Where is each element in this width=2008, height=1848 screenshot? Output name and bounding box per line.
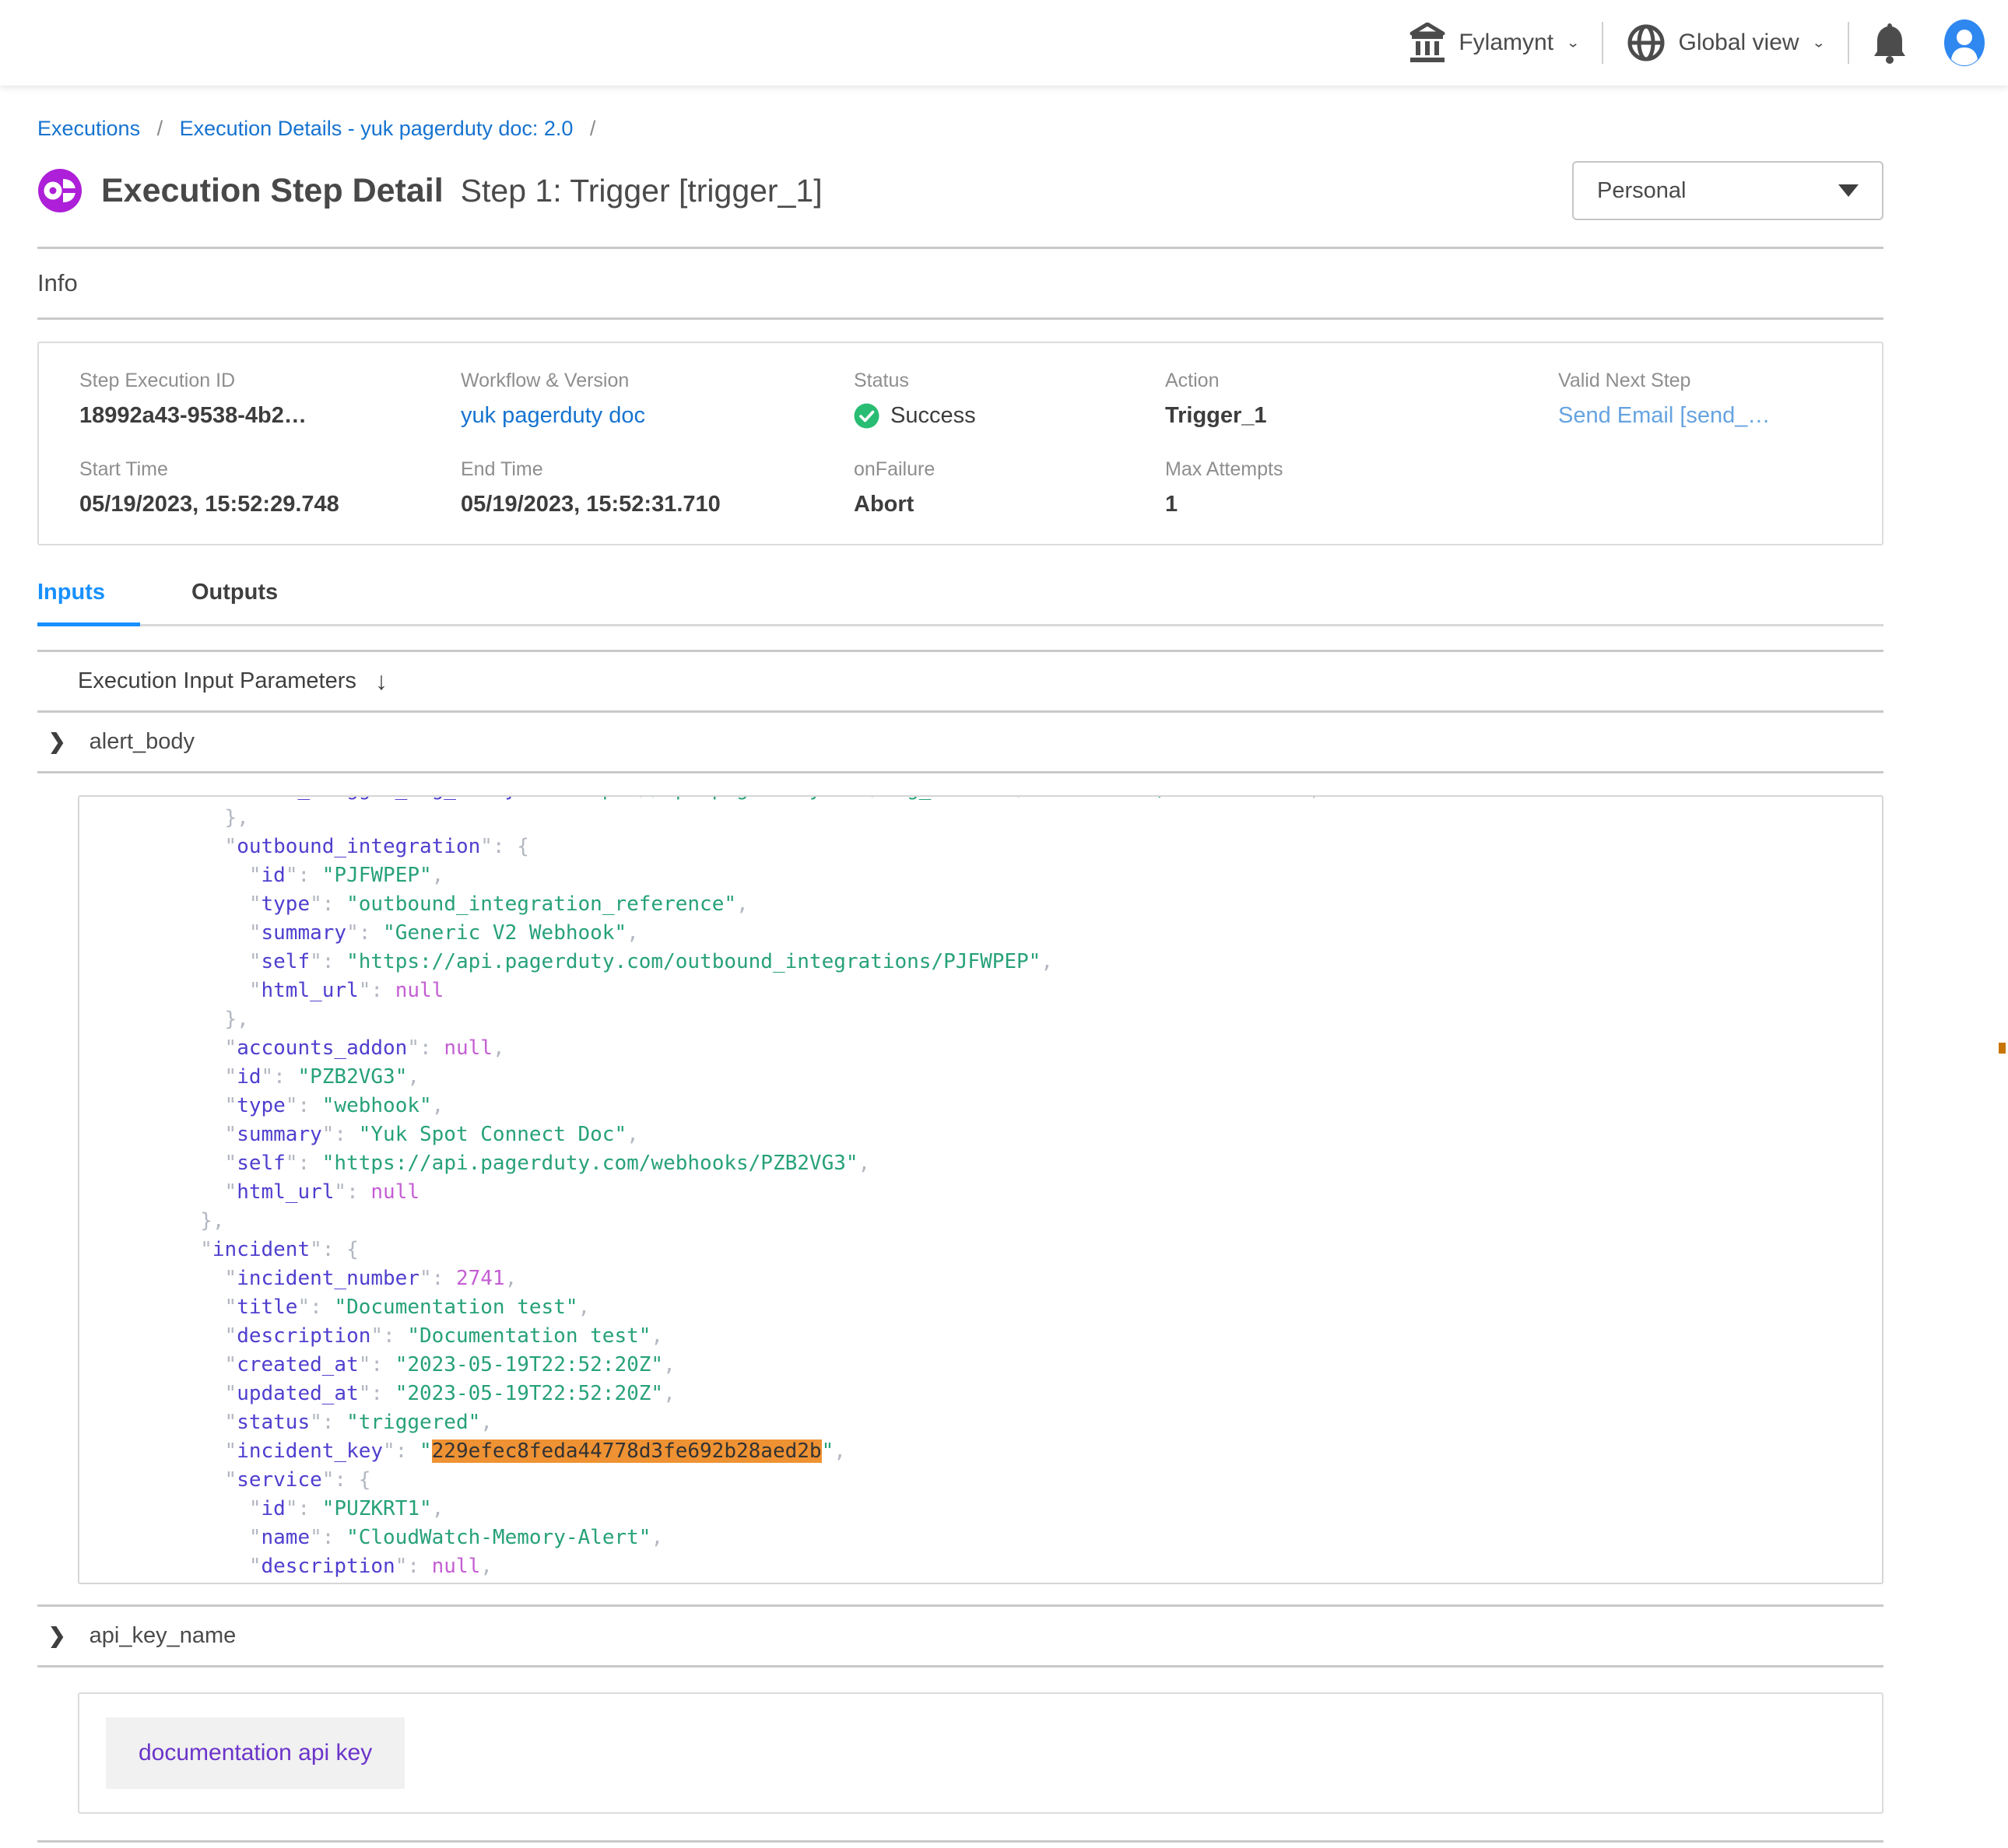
params-header-label: Execution Input Parameters xyxy=(78,668,356,694)
divider xyxy=(37,317,1883,320)
success-check-icon xyxy=(854,403,879,429)
field-valid-next-step: Valid Next Step Send Email [send_… xyxy=(1558,370,1866,429)
info-card: Step Execution ID 18992a43-9538-4b2… Wor… xyxy=(37,342,1883,545)
info-heading: Info xyxy=(37,269,1883,297)
bell-icon xyxy=(1873,22,1907,64)
divider xyxy=(37,247,1883,249)
field-max-attempts: Max Attempts 1 xyxy=(1165,458,1558,517)
breadcrumb-separator: / xyxy=(157,117,163,140)
field-status: Status Success xyxy=(854,370,1165,429)
execution-input-parameters-section: Execution Input Parameters ↓ ❯ alert_bod… xyxy=(37,650,1883,1848)
param-row-api-key-name[interactable]: ❯ api_key_name xyxy=(37,1607,1883,1667)
scrollbar-find-marker xyxy=(1999,1043,2006,1054)
tab-outputs[interactable]: Outputs xyxy=(191,580,294,624)
scope-select-value: Personal xyxy=(1597,178,1686,204)
alert-body-code-block[interactable]: "first_trigger_log_entry": "https://api.… xyxy=(78,795,1883,1584)
scope-select[interactable]: Personal xyxy=(1572,161,1883,220)
field-end-time: End Time 05/19/2023, 15:52:31.710 xyxy=(461,458,854,517)
download-arrow-icon[interactable]: ↓ xyxy=(375,667,388,696)
topbar-divider xyxy=(1848,22,1849,64)
param-row-alert-body[interactable]: ❯ alert_body xyxy=(37,713,1883,773)
org-name: Fylamynt xyxy=(1459,30,1553,56)
breadcrumb-separator: / xyxy=(590,117,596,140)
json-code: "first_trigger_log_entry": "https://api.… xyxy=(79,795,1882,1584)
api-key-name-value-box: documentation api key xyxy=(78,1692,1883,1814)
topbar-divider xyxy=(1602,22,1603,64)
tab-inputs[interactable]: Inputs xyxy=(37,580,140,624)
page-subtitle: Step 1: Trigger [trigger_1] xyxy=(461,173,823,209)
caret-down-icon xyxy=(1838,184,1859,197)
chevron-right-icon: ❯ xyxy=(48,730,66,754)
main-content: Executions / Execution Details - yuk pag… xyxy=(0,86,2008,1848)
next-step-link[interactable]: Send Email [send_… xyxy=(1558,403,1770,428)
chevron-down-icon: ⌄ xyxy=(1566,35,1578,51)
field-start-time: Start Time 05/19/2023, 15:52:29.748 xyxy=(79,458,461,517)
chevron-down-icon: ⌄ xyxy=(1812,35,1824,51)
avatar-icon xyxy=(1943,19,1986,67)
chevron-right-icon: ❯ xyxy=(48,1624,66,1648)
field-action: Action Trigger_1 xyxy=(1165,370,1558,429)
page-title: Execution Step Detail xyxy=(101,172,444,210)
notifications-button[interactable] xyxy=(1873,22,1907,64)
breadcrumb-execution-details[interactable]: Execution Details - yuk pagerduty doc: 2… xyxy=(180,117,574,140)
breadcrumb: Executions / Execution Details - yuk pag… xyxy=(37,86,1883,141)
field-on-failure: onFailure Abort xyxy=(854,458,1165,517)
execution-input-parameters-header[interactable]: Execution Input Parameters ↓ xyxy=(37,652,1883,713)
title-row: Execution Step Detail Step 1: Trigger [t… xyxy=(37,161,1883,220)
bank-icon xyxy=(1409,23,1446,63)
tab-bar: Inputs Outputs xyxy=(37,580,1883,626)
org-switcher[interactable]: Fylamynt ⌄ xyxy=(1409,23,1578,63)
breadcrumb-executions[interactable]: Executions xyxy=(37,117,140,140)
workflow-step-icon xyxy=(37,168,82,213)
top-bar: Fylamynt ⌄ Global view ⌄ xyxy=(0,0,2008,86)
status-text: Success xyxy=(890,403,976,429)
param-row-api-key-value[interactable]: ❯ api_key_value xyxy=(37,1843,1883,1848)
api-key-name-chip: documentation api key xyxy=(106,1717,405,1789)
workflow-link[interactable]: yuk pagerduty doc xyxy=(461,403,645,428)
field-workflow-version: Workflow & Version yuk pagerduty doc xyxy=(461,370,854,429)
field-step-execution-id: Step Execution ID 18992a43-9538-4b2… xyxy=(79,370,461,429)
view-switcher[interactable]: Global view ⌄ xyxy=(1627,23,1824,62)
user-avatar[interactable] xyxy=(1943,19,1986,67)
globe-icon xyxy=(1627,23,1666,62)
view-name: Global view xyxy=(1678,30,1799,56)
